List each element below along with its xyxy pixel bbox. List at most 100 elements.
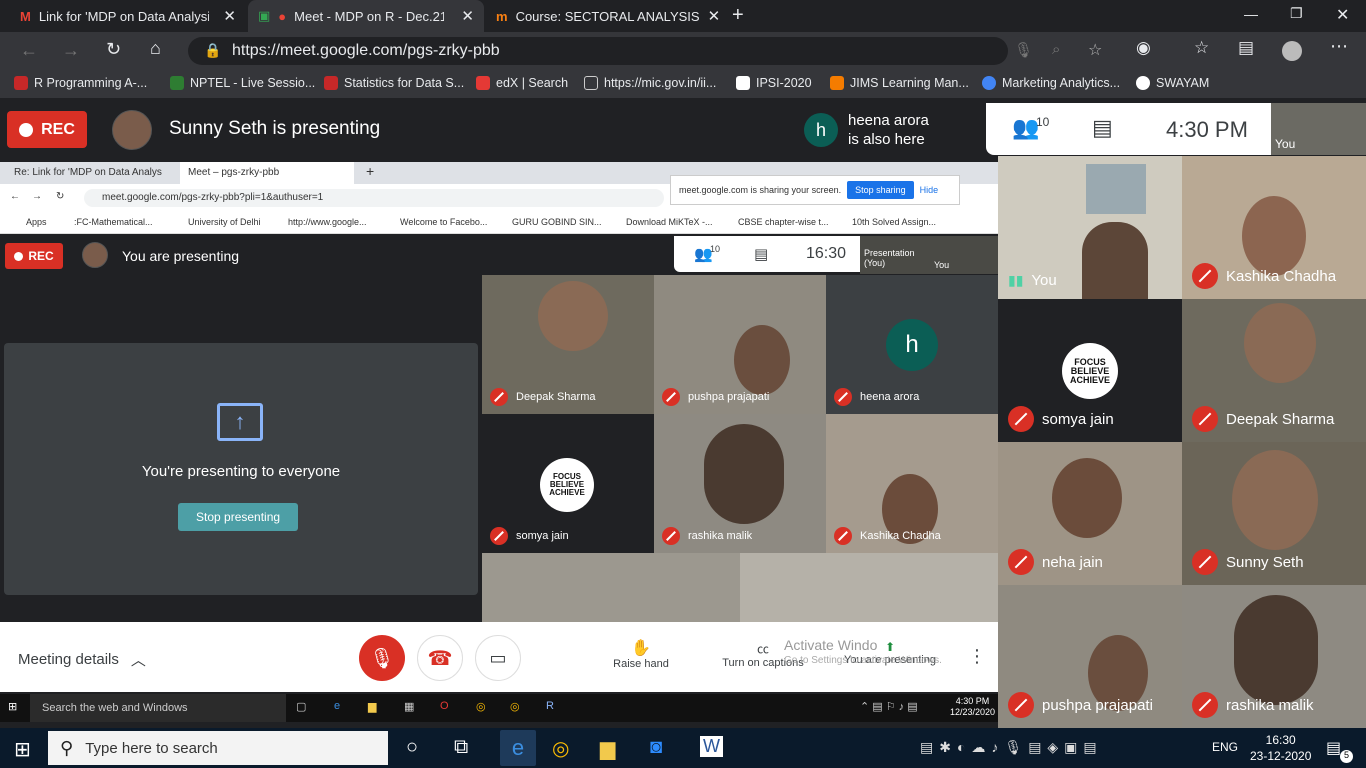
bookmark-item[interactable]: Statistics for Data S...	[324, 76, 464, 90]
more-menu-icon[interactable]: ⋯	[1330, 36, 1348, 57]
address-bar[interactable]: 🔒 https://meet.google.com/pgs-zrky-pbb 🎙…	[188, 37, 1102, 65]
close-window-icon[interactable]: ✕	[1336, 5, 1349, 25]
profile-avatar-circle[interactable]	[1282, 41, 1302, 61]
star-icon[interactable]: ☆	[1088, 40, 1102, 60]
raise-hand-button[interactable]: ✋ Raise hand	[606, 638, 676, 670]
tab-course[interactable]: m Course: SECTORAL ANALYSIS ✕	[486, 0, 722, 32]
participant-tile[interactable]: Deepak Sharma	[1182, 299, 1366, 442]
presenter-avatar	[112, 110, 152, 150]
zoom-icon[interactable]: ◙	[650, 736, 662, 759]
mic-off-icon	[1008, 692, 1034, 718]
collections-icon[interactable]: ▤	[1238, 38, 1254, 58]
tab-gmail[interactable]: M Link for 'MDP on Data Analysis u ✕	[10, 0, 246, 32]
stop-presenting-button[interactable]: Stop presenting	[178, 503, 299, 531]
search-icon: ⚲	[60, 737, 74, 758]
self-preview-tile[interactable]: You	[1271, 103, 1366, 155]
participant-tile[interactable]: Deepak Sharma	[482, 275, 654, 414]
restore-icon[interactable]: ❐	[1290, 5, 1303, 22]
participant-initial: h	[804, 113, 838, 147]
mic-toggle-button[interactable]: 🎙	[359, 635, 405, 681]
chrome-icon[interactable]: ◎	[552, 736, 569, 761]
participant-tile[interactable]: neha jain	[998, 442, 1182, 585]
participant-tile[interactable]	[482, 553, 740, 622]
file-explorer-icon[interactable]: ▆	[600, 736, 615, 761]
bookmark-item[interactable]: edX | Search	[476, 76, 568, 90]
participant-tile[interactable]: h heena arora	[826, 275, 998, 414]
notification-icon[interactable]: ▤	[1326, 738, 1341, 758]
start-icon[interactable]: ⊞	[14, 737, 31, 762]
extension-icon[interactable]: ◉	[1136, 38, 1151, 58]
recording-badge: REC	[7, 111, 87, 148]
participant-face	[1232, 450, 1318, 550]
tab-meet[interactable]: ▣ ● Meet - MDP on R - Dec.21- ✕	[248, 0, 484, 32]
language-indicator[interactable]: ENG	[1212, 740, 1238, 754]
mic-icon[interactable]: 🎙	[1014, 41, 1033, 59]
bookmark-item[interactable]: IPSI-2020	[736, 76, 812, 90]
mic-off-icon: 🎙	[369, 647, 395, 670]
participant-tile[interactable]: rashika malik	[654, 414, 826, 553]
task-view-icon: ▢	[296, 701, 307, 713]
participant-face	[704, 424, 784, 524]
mic-off-icon	[1008, 549, 1034, 575]
shared-presenter-avatar	[82, 242, 108, 268]
nptel-icon	[170, 76, 184, 90]
zoom-icon[interactable]: ⌕	[1052, 41, 1060, 58]
record-icon	[19, 122, 34, 137]
close-tab-icon[interactable]: ✕	[223, 7, 236, 25]
task-view-icon[interactable]: ⧉	[454, 736, 468, 759]
participant-face	[734, 325, 790, 395]
more-options-icon[interactable]: ⋮	[968, 646, 986, 667]
reload-icon: ↻	[56, 191, 65, 202]
notification-count: 5	[1340, 750, 1353, 763]
bookmark-item[interactable]: JIMS Learning Man...	[830, 76, 969, 90]
bookmark-item[interactable]: R Programming A-...	[14, 76, 147, 90]
hide-button[interactable]: Hide	[920, 185, 939, 195]
bookmark-item[interactable]: https://mic.gov.in/ii...	[584, 76, 716, 90]
bookmark-item[interactable]: Marketing Analytics...	[982, 76, 1120, 90]
participant-tile[interactable]: rashika malik	[1182, 585, 1366, 728]
camera-toggle-button[interactable]: ▭	[475, 635, 521, 681]
participant-face	[1082, 222, 1148, 299]
participant-tile[interactable]: FOCUS BELIEVE ACHIEVE somya jain	[482, 414, 654, 553]
cortana-icon[interactable]: ○	[406, 736, 418, 759]
chat-icon[interactable]: ▤	[1092, 115, 1113, 141]
favorites-icon[interactable]: ☆	[1194, 38, 1209, 58]
bookmark-item[interactable]: SWAYAM	[1136, 76, 1209, 90]
system-tray-icons[interactable]: ▤✱◐☁♪🎙▤◈▣▤	[920, 739, 1103, 756]
participant-tile[interactable]	[740, 553, 998, 622]
participant-tile[interactable]: ▮▮ You	[998, 156, 1182, 299]
participant-tile[interactable]: FOCUS BELIEVE ACHIEVE somya jain	[998, 299, 1182, 442]
new-tab-icon: +	[366, 163, 375, 179]
minimize-icon[interactable]: —	[1244, 6, 1258, 22]
taskbar-search-box[interactable]: ⚲ Type here to search	[48, 731, 388, 765]
mic-off-icon	[662, 388, 680, 406]
recording-dot-icon: ●	[278, 8, 287, 24]
participant-tile[interactable]: Kashika Chadha	[1182, 156, 1366, 299]
participant-face	[1244, 303, 1316, 383]
store-icon: ▦	[404, 701, 415, 713]
shared-rec-badge: REC	[5, 243, 63, 269]
edge-icon[interactable]: e	[500, 730, 536, 766]
back-icon[interactable]: ←	[20, 40, 38, 61]
record-icon	[14, 251, 24, 261]
back-icon: ←	[10, 191, 20, 202]
edge-icon: e	[334, 700, 341, 712]
mic-off-icon	[1192, 549, 1218, 575]
participant-tile[interactable]: Kashika Chadha	[826, 414, 998, 553]
bookmarks-bar: R Programming A-... NPTEL - Live Sessio.…	[0, 70, 1366, 98]
reload-icon[interactable]: ↻	[106, 39, 121, 60]
leave-call-button[interactable]: ☎	[417, 635, 463, 681]
forward-icon[interactable]: →	[62, 40, 80, 61]
meeting-details-button[interactable]: Meeting details ︿	[18, 649, 146, 670]
new-tab-icon[interactable]: +	[732, 4, 744, 27]
close-tab-icon[interactable]: ✕	[461, 7, 474, 25]
clock[interactable]: 16:30 23-12-2020	[1250, 732, 1311, 764]
participant-tile[interactable]: pushpa prajapati	[998, 585, 1182, 728]
word-icon[interactable]: W	[700, 736, 723, 757]
participant-tile[interactable]: pushpa prajapati	[654, 275, 826, 414]
stop-sharing-button[interactable]: Stop sharing	[847, 181, 914, 199]
close-tab-icon[interactable]: ✕	[708, 7, 721, 25]
bookmark-item[interactable]: NPTEL - Live Sessio...	[170, 76, 315, 90]
participant-tile[interactable]: Sunny Seth	[1182, 442, 1366, 585]
home-icon[interactable]: ⌂	[150, 38, 161, 59]
